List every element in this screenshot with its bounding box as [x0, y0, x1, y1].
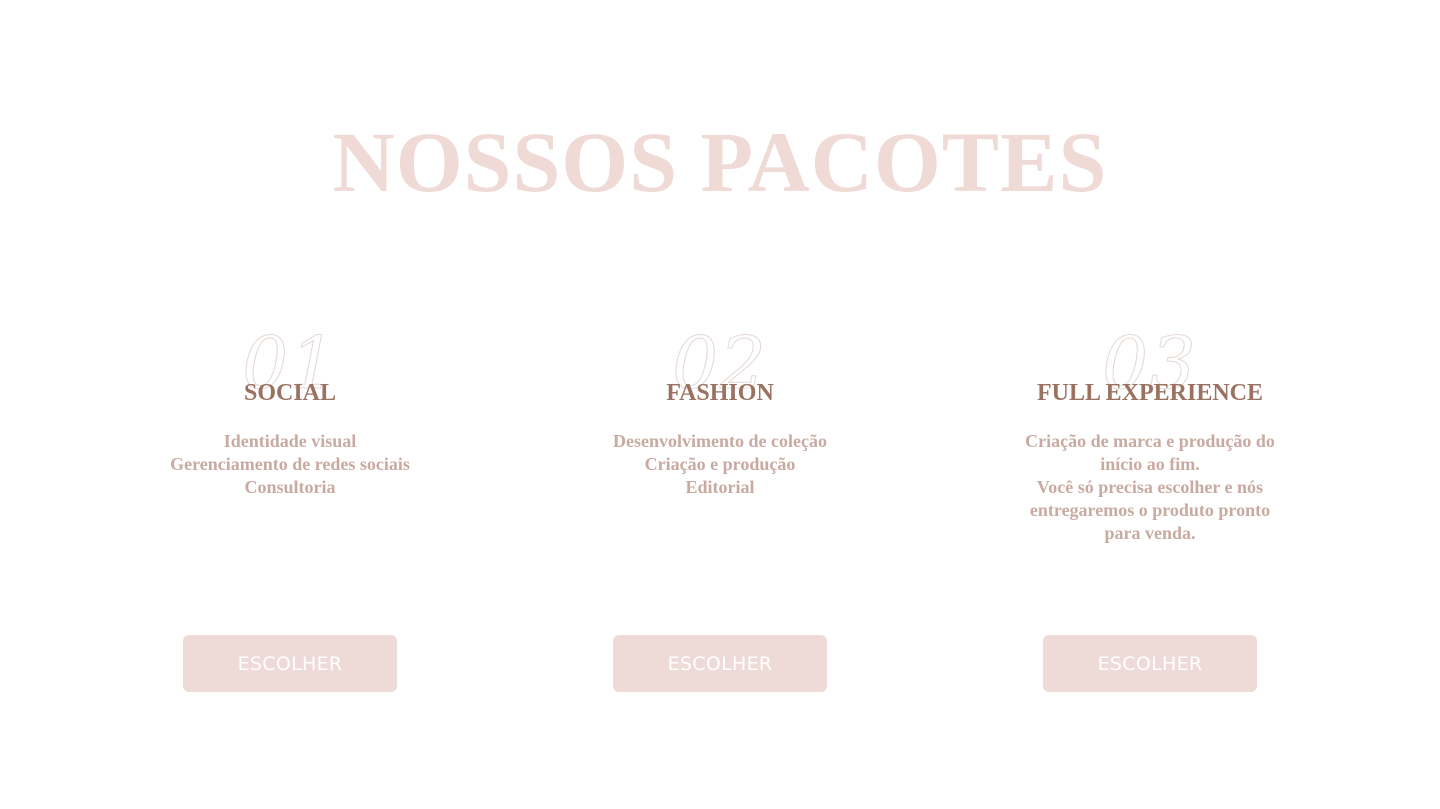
- package-feature: Criação de marca e produção do: [1025, 431, 1275, 451]
- package-description: Desenvolvimento de coleção Criação e pro…: [560, 430, 880, 499]
- choose-social-button[interactable]: ESCOLHER: [183, 635, 397, 692]
- package-name: FULL EXPERIENCE: [1036, 380, 1264, 406]
- package-feature: Gerenciamento de redes sociais: [170, 454, 410, 474]
- choose-fashion-button[interactable]: ESCOLHER: [613, 635, 827, 692]
- package-feature: Editorial: [685, 477, 755, 497]
- package-description: Criação de marca e produção do início ao…: [990, 430, 1310, 545]
- package-name: FASHION: [666, 380, 774, 406]
- package-feature: Identidade visual: [223, 431, 357, 451]
- package-feature: Criação e produção: [644, 454, 796, 474]
- packages-page: NOSSOS PACOTES 01 SOCIAL Identidade visu…: [0, 0, 1440, 809]
- package-description: Identidade visual Gerenciamento de redes…: [130, 430, 450, 499]
- package-feature: para venda.: [1104, 523, 1196, 543]
- package-feature: Você só precisa escolher e nós: [1036, 477, 1264, 497]
- choose-full-experience-button[interactable]: ESCOLHER: [1043, 635, 1257, 692]
- package-feature: início ao fim.: [1100, 454, 1200, 474]
- package-name: SOCIAL: [243, 380, 337, 406]
- page-title: NOSSOS PACOTES: [332, 114, 1108, 210]
- package-feature: Desenvolvimento de coleção: [613, 431, 827, 451]
- package-feature: Consultoria: [244, 477, 336, 497]
- package-feature: entregaremos o produto pronto: [1029, 500, 1271, 520]
